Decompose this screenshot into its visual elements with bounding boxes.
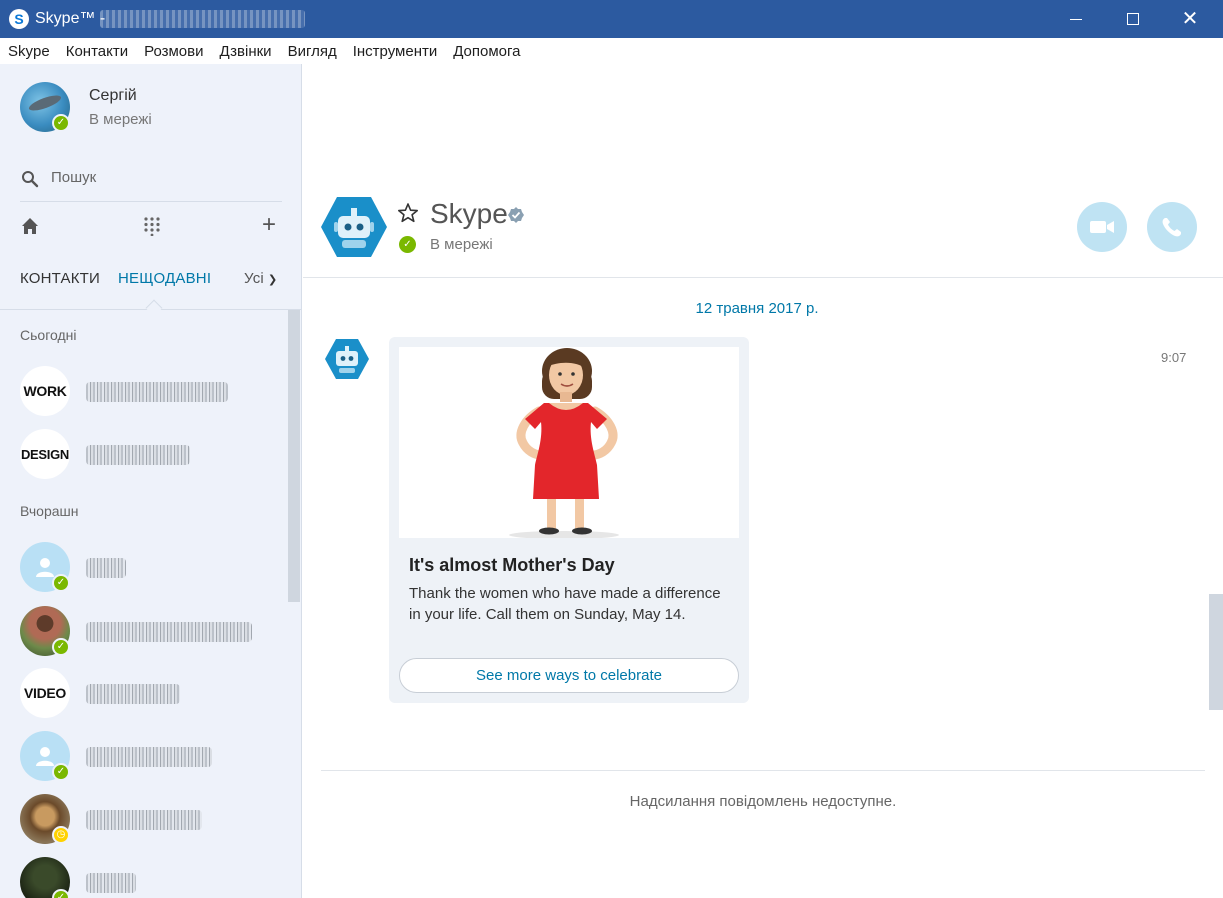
sidebar: ✓ Сергій В мережі Пошук + КОНТАКТИ НЕЩОД… — [0, 64, 302, 898]
mother-emoji-image — [509, 348, 619, 538]
bot-avatar-icon[interactable] — [325, 338, 369, 380]
message-time: 9:07 — [1161, 350, 1187, 365]
card-image — [399, 347, 739, 538]
menu-help[interactable]: Допомога — [453, 43, 520, 60]
close-icon: ✕ — [1181, 8, 1199, 30]
tab-contacts[interactable]: КОНТАКТИ — [20, 270, 100, 287]
group-avatar: DESIGN — [20, 429, 70, 479]
tab-recent[interactable]: НЕЩОДАВНІ — [118, 270, 211, 287]
menu-tools[interactable]: Інструменти — [353, 43, 438, 60]
contact-item[interactable]: DESIGN — [20, 429, 280, 479]
contact-item[interactable]: ◷ — [20, 794, 280, 844]
video-call-icon — [1090, 221, 1114, 233]
profile-name[interactable]: Сергій — [89, 87, 137, 105]
home-icon[interactable] — [20, 216, 40, 236]
skype-logo-icon: S — [9, 9, 29, 29]
redacted-contact-name — [86, 873, 136, 893]
user-icon — [36, 558, 54, 577]
section-yesterday: Вчорашн — [20, 503, 79, 519]
contact-item[interactable]: ✓ — [20, 606, 280, 656]
audio-call-button[interactable] — [1147, 202, 1197, 252]
online-status-icon: ✓ — [52, 114, 70, 132]
conversation-status: В мережі — [430, 236, 493, 253]
redacted-contact-name — [86, 558, 126, 578]
conversation-title: Skype — [430, 198, 508, 229]
maximize-button[interactable] — [1106, 0, 1160, 38]
add-plus-icon[interactable]: + — [262, 213, 276, 237]
online-status-icon: ✓ — [52, 574, 70, 592]
redacted-contact-name — [86, 747, 212, 767]
away-status-icon: ◷ — [52, 826, 70, 844]
card-body: Thank the women who have made a differen… — [409, 585, 721, 623]
menu-contacts[interactable]: Контакти — [66, 43, 128, 60]
title-bar: S Skype™ - ✕ — [0, 0, 1223, 38]
redacted-title — [100, 10, 305, 28]
dolphin-image — [27, 92, 63, 114]
contact-item[interactable]: WORK — [20, 366, 280, 416]
contact-tabs: КОНТАКТИ НЕЩОДАВНІ Усі ❯ — [0, 260, 301, 317]
menu-conversations[interactable]: Розмови — [144, 43, 203, 60]
menu-calls[interactable]: Дзвінки — [220, 43, 272, 60]
close-button[interactable]: ✕ — [1163, 0, 1217, 38]
conversation-pane: Skype ✓ В мережі 12 травня 2017 р. 9:07 — [303, 64, 1223, 898]
maximize-icon — [1127, 13, 1139, 25]
contact-item[interactable]: ✓ — [20, 857, 280, 898]
profile-avatar[interactable]: ✓ — [20, 82, 70, 132]
menu-view[interactable]: Вигляд — [288, 43, 337, 60]
messaging-unavailable-notice: Надсилання повідомлень недоступне. — [629, 793, 897, 810]
section-today: Сьогодні — [20, 327, 77, 343]
redacted-contact-name — [86, 445, 190, 465]
online-status-icon: ✓ — [399, 236, 416, 253]
active-tab-indicator — [145, 299, 163, 317]
see-more-button[interactable]: See more ways to celebrate — [399, 658, 739, 693]
menu-skype[interactable]: Skype — [8, 43, 50, 60]
group-avatar: WORK — [20, 366, 70, 416]
minimize-button[interactable] — [1049, 0, 1103, 38]
star-icon[interactable] — [397, 202, 419, 224]
online-status-icon: ✓ — [52, 763, 70, 781]
bot-avatar-icon[interactable] — [321, 196, 387, 258]
online-status-icon: ✓ — [52, 638, 70, 656]
contact-item[interactable]: ✓ — [20, 542, 280, 592]
contact-item[interactable]: ✓ — [20, 731, 280, 781]
minimize-icon — [1070, 18, 1082, 20]
group-avatar: VIDEO — [20, 668, 70, 718]
contact-item[interactable]: VIDEO — [20, 668, 280, 718]
profile-status[interactable]: В мережі — [89, 111, 152, 128]
chevron-down-icon: ❯ — [267, 274, 278, 286]
date-separator: 12 травня 2017 р. — [695, 300, 819, 317]
window-title: Skype™ - — [35, 10, 106, 27]
message-card: It's almost Mother's Day Thank the women… — [389, 337, 749, 703]
redacted-contact-name — [86, 810, 202, 830]
verified-icon — [508, 207, 524, 223]
video-call-button[interactable] — [1077, 202, 1127, 252]
card-title: It's almost Mother's Day — [409, 555, 615, 575]
menu-bar: Skype Контакти Розмови Дзвінки Вигляд Ін… — [0, 38, 1223, 64]
redacted-contact-name — [86, 382, 228, 402]
conversation-scrollbar[interactable] — [1209, 594, 1223, 710]
filter-dropdown[interactable]: Усі ❯ — [244, 270, 277, 287]
search-icon — [22, 171, 39, 188]
conversation-header: Skype ✓ В мережі — [303, 184, 1223, 278]
redacted-contact-name — [86, 622, 252, 642]
compose-divider — [321, 770, 1205, 771]
sidebar-toolbar: + — [20, 213, 282, 240]
search-input[interactable]: Пошук — [51, 169, 96, 186]
redacted-contact-name — [86, 684, 180, 704]
user-icon — [36, 747, 54, 766]
search-box[interactable]: Пошук — [20, 166, 282, 202]
sidebar-scrollbar[interactable] — [288, 310, 300, 602]
filter-label: Усі — [244, 270, 264, 287]
phone-icon — [1162, 218, 1181, 237]
dialpad-icon[interactable] — [142, 216, 162, 236]
